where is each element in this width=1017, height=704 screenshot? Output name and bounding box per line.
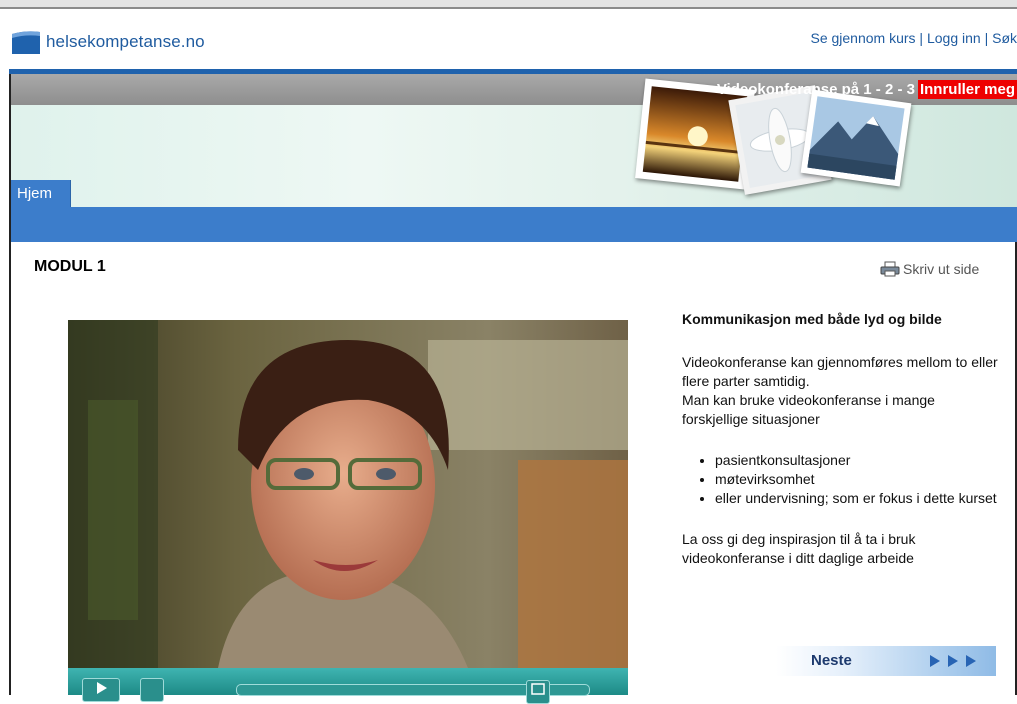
video-controls [68, 668, 628, 704]
print-page-link[interactable]: Skriv ut side [880, 261, 979, 277]
mountain-photo [800, 89, 912, 187]
top-links: Se gjennom kurs | Logg inn | Søk [810, 30, 1017, 46]
top-border [0, 0, 1017, 9]
module-title: MODUL 1 [34, 258, 106, 275]
video-player[interactable] [68, 320, 628, 668]
printer-icon [880, 261, 900, 277]
stop-button[interactable] [140, 678, 164, 702]
video-frame-image [68, 320, 628, 668]
promo-text: Videokonferanse på 1 - 2 - 3 Innruller me… [717, 80, 1017, 99]
tab-home[interactable]: Hjem [11, 180, 71, 207]
enroll-button[interactable]: Innruller meg [917, 80, 1017, 99]
play-button[interactable] [82, 678, 120, 702]
description-heading: Kommunikasjon med både lyd og bilde [682, 311, 942, 327]
next-arrows-icon [928, 654, 978, 668]
module-description: Kommunikasjon med både lyd og bilde Vide… [682, 310, 1002, 568]
search-link[interactable]: Søk [992, 30, 1017, 46]
list-item: møtevirksomhet [715, 470, 1002, 489]
next-label: Neste [811, 652, 852, 669]
description-paragraph-3: La oss gi deg inspirasjon til å ta i bru… [682, 531, 916, 566]
logo-text: helsekompetanse.no [46, 32, 205, 51]
list-item: eller undervisning; som er fokus i dette… [715, 489, 1002, 508]
login-link[interactable]: Logg inn [927, 30, 981, 46]
description-paragraph-1: Videokonferanse kan gjennomføres mellom … [682, 354, 998, 389]
play-icon [97, 682, 107, 694]
nav-bar [11, 207, 1017, 242]
description-paragraph-2: Man kan bruke videokonferanse i mange fo… [682, 392, 935, 427]
course-title-link[interactable]: Videokonferanse på 1 - 2 - 3 [717, 81, 915, 98]
fullscreen-button[interactable] [526, 680, 550, 704]
browse-courses-link[interactable]: Se gjennom kurs [810, 30, 915, 46]
usage-list: pasientkonsultasjoner møtevirksomhet ell… [682, 451, 1002, 508]
print-label: Skriv ut side [903, 261, 980, 277]
list-item: pasientkonsultasjoner [715, 451, 1002, 470]
next-button[interactable]: Neste [776, 646, 996, 676]
site-logo[interactable]: helsekompetanse.no [12, 29, 205, 55]
logo-icon [12, 31, 40, 54]
